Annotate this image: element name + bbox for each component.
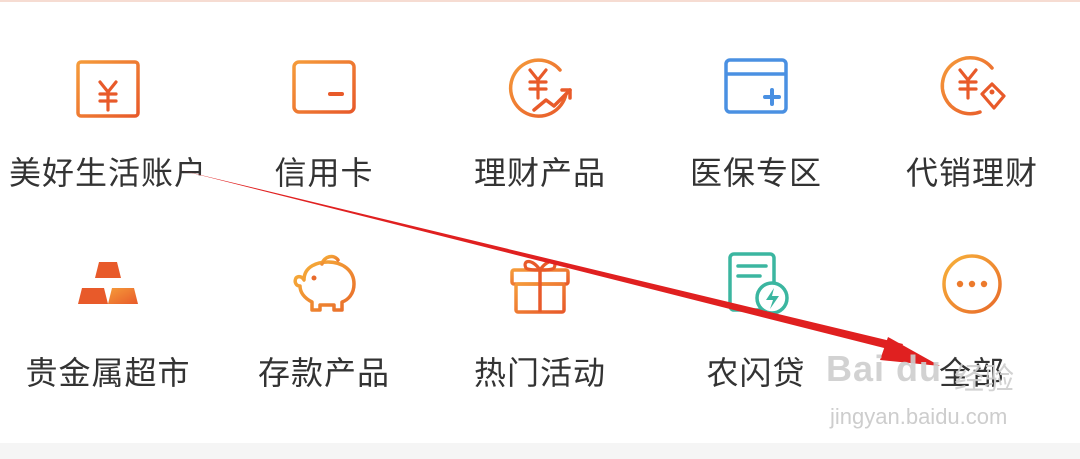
service-item-label: 热门活动 xyxy=(473,354,606,392)
bottom-divider xyxy=(0,443,1080,459)
service-item-wealth-products[interactable]: 理财产品 xyxy=(432,0,648,200)
yen-growth-icon xyxy=(504,50,576,122)
service-item-hot-events[interactable]: 热门活动 xyxy=(432,200,648,400)
document-flash-icon xyxy=(720,248,792,320)
piggy-bank-icon xyxy=(288,248,360,320)
yen-tag-icon xyxy=(936,50,1008,122)
service-item-label: 医保专区 xyxy=(689,154,822,192)
watermark-cn: 经验 xyxy=(954,362,1014,397)
medical-card-icon xyxy=(720,50,792,122)
baidu-watermark: Bai du 经验 jingyan.baidu.com xyxy=(826,348,1036,438)
service-item-credit-card[interactable]: 信用卡 xyxy=(216,0,432,200)
service-item-deposit-products[interactable]: 存款产品 xyxy=(216,200,432,400)
service-item-medical-insurance[interactable]: 医保专区 xyxy=(648,0,864,200)
service-menu-screen: 美好生活账户 信用卡 理财产品 医保专区 代销理财 贵金属超市 存款产品 热门活… xyxy=(0,0,1080,459)
gift-icon xyxy=(504,248,576,320)
gold-bars-icon xyxy=(72,248,144,320)
watermark-brand: Bai du xyxy=(826,348,943,389)
credit-card-icon xyxy=(288,50,360,122)
service-item-agency-wealth[interactable]: 代销理财 xyxy=(864,0,1080,200)
more-icon xyxy=(936,248,1008,320)
service-item-label: 信用卡 xyxy=(274,154,374,192)
watermark-url: jingyan.baidu.com xyxy=(830,404,1008,429)
service-item-label: 贵金属超市 xyxy=(25,354,191,392)
service-item-lifestyle-account[interactable]: 美好生活账户 xyxy=(0,0,216,200)
service-item-label: 代销理财 xyxy=(905,154,1038,192)
service-item-label: 理财产品 xyxy=(473,154,606,192)
service-item-precious-metals[interactable]: 贵金属超市 xyxy=(0,200,216,400)
service-item-label: 美好生活账户 xyxy=(8,154,207,192)
service-item-label: 存款产品 xyxy=(257,354,390,392)
calendar-yen-icon xyxy=(72,50,144,122)
